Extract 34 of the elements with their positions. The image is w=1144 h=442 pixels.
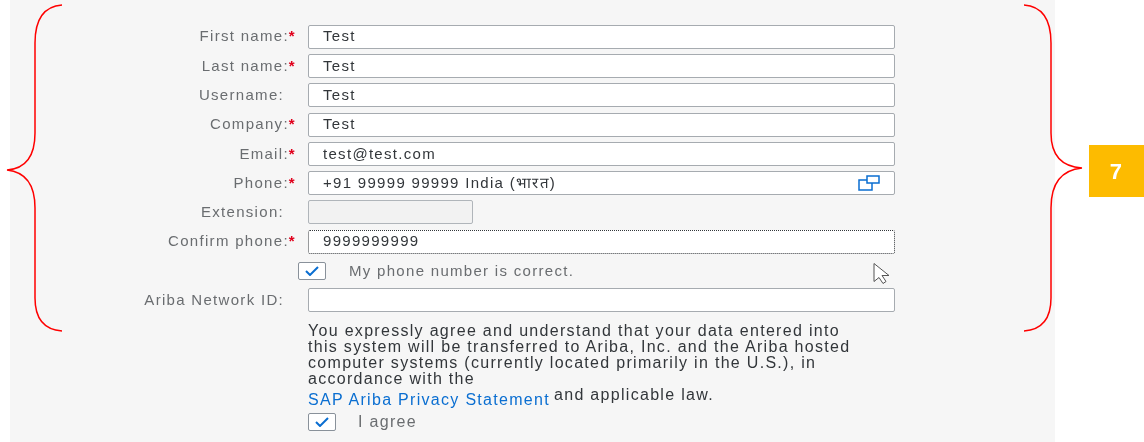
checkbox-label: I agree	[358, 413, 417, 430]
field-label: First name:*	[199, 26, 296, 47]
check-icon	[305, 266, 319, 276]
check-icon	[315, 416, 329, 427]
input-field[interactable]: Test	[308, 24, 895, 49]
input-field[interactable]	[308, 288, 895, 313]
input-field[interactable]: 9999999999	[308, 229, 895, 254]
field-label: Extension:	[200, 202, 285, 223]
field-label: Company:*	[210, 114, 296, 135]
input-field[interactable]: test@test.com	[308, 141, 895, 166]
field-label: Username:	[198, 85, 285, 105]
required-mark: *	[288, 173, 296, 191]
required-mark: *	[288, 27, 296, 45]
input-field[interactable]: +91 99999 99999 India (भारत)	[308, 171, 895, 196]
field-label: Ariba Network ID:	[144, 290, 285, 311]
input-field[interactable]: Test	[308, 53, 895, 78]
required-mark: *	[288, 144, 296, 162]
field-label: Last name:*	[201, 55, 296, 76]
step-badge: 7	[1089, 145, 1144, 197]
field-label: Phone:*	[233, 172, 296, 193]
required-mark: *	[288, 56, 296, 74]
consent-suffix: and applicable law.	[554, 386, 714, 403]
field-label: Confirm phone:*	[168, 231, 296, 252]
privacy-link[interactable]: SAP Ariba Privacy Statement	[308, 391, 550, 408]
checkbox[interactable]	[298, 262, 326, 280]
input-field[interactable]: Test	[308, 83, 895, 108]
required-mark: *	[288, 232, 296, 250]
mouse-pointer-icon	[873, 263, 890, 284]
field-label: Email:*	[239, 143, 296, 164]
window-icon[interactable]	[858, 175, 880, 192]
input-field[interactable]: Test	[308, 112, 895, 137]
checkbox-label: My phone number is correct.	[349, 260, 575, 281]
required-mark: *	[288, 115, 296, 133]
checkbox[interactable]	[308, 412, 336, 431]
